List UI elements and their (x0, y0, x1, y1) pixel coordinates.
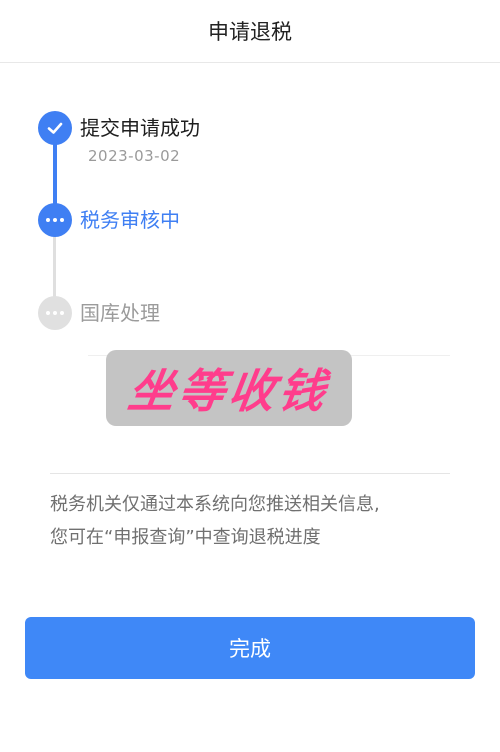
section-divider (50, 473, 450, 474)
check-icon (38, 111, 72, 145)
sticker-text: 坐等收钱 (124, 364, 333, 418)
step-treasury-label: 国库处理 (80, 301, 160, 325)
notice-text: 税务机关仅通过本系统向您推送相关信息, 您可在“申报查询”中查询退税进度 (50, 488, 460, 554)
ellipsis-icon (38, 203, 72, 237)
notice-line-1: 税务机关仅通过本系统向您推送相关信息, (50, 494, 380, 515)
sticker-overlay: 坐等收钱 (106, 350, 352, 426)
progress-timeline: 提交申请成功 2023-03-02 税务审核中 国库处理 (0, 0, 500, 360)
step-submitted-label: 提交申请成功 (80, 116, 200, 140)
step-submitted-date: 2023-03-02 (88, 147, 181, 165)
step-review-label: 税务审核中 (80, 208, 180, 232)
done-button-label: 完成 (229, 637, 271, 661)
notice-line-2: 您可在“申报查询”中查询退税进度 (50, 527, 321, 548)
ellipsis-icon-pending (38, 296, 72, 330)
done-button[interactable]: 完成 (25, 617, 475, 679)
